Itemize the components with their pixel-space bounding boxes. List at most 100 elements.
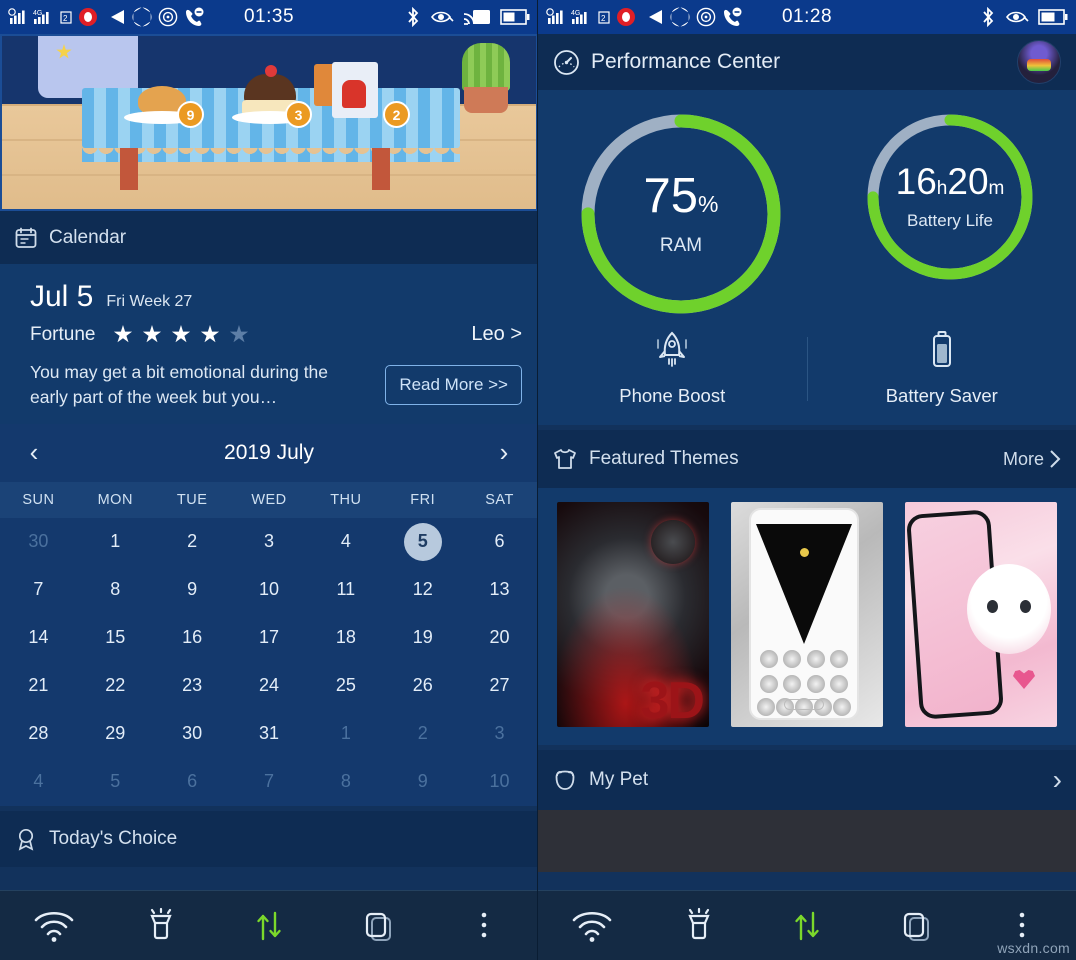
battery-saver-button[interactable]: Battery Saver xyxy=(808,330,1076,407)
bakery-game-banner[interactable]: 9 3 2 xyxy=(0,34,538,211)
calendar-day[interactable]: 30 xyxy=(154,710,231,758)
calendar-day[interactable]: 19 xyxy=(384,614,461,662)
calendar-day[interactable]: 7 xyxy=(231,758,308,806)
award-ribbon-icon xyxy=(14,827,38,851)
calendar-day[interactable]: 6 xyxy=(461,518,538,566)
calendar-day[interactable]: 14 xyxy=(0,614,77,662)
calendar-day[interactable]: 25 xyxy=(307,662,384,710)
calendar-day-selected[interactable]: 5 xyxy=(384,518,461,566)
calendar-day[interactable]: 30 xyxy=(0,518,77,566)
theme-3d-warrior[interactable] xyxy=(557,502,709,727)
wifi-icon[interactable] xyxy=(538,908,646,944)
more-menu-icon[interactable] xyxy=(430,908,538,944)
calendar-day[interactable]: 26 xyxy=(384,662,461,710)
calendar-day[interactable]: 16 xyxy=(154,614,231,662)
weekday-label: FRI xyxy=(410,491,436,508)
calendar-day[interactable]: 7 xyxy=(0,566,77,614)
calendar-day[interactable]: 9 xyxy=(154,566,231,614)
game-badge: 3 xyxy=(285,101,312,128)
signal-bars-icon xyxy=(546,8,566,26)
my-pet-chevron-icon[interactable]: › xyxy=(1053,764,1062,796)
signal-bars-icon xyxy=(8,8,28,26)
volume-mute-icon xyxy=(104,7,126,27)
calendar-day[interactable]: 17 xyxy=(231,614,308,662)
fortune-weekday-week: Fri Week 27 xyxy=(106,293,193,310)
svg-text:2: 2 xyxy=(63,14,68,23)
calendar-day[interactable]: 4 xyxy=(307,518,384,566)
data-transfer-icon[interactable] xyxy=(215,906,323,946)
calendar-day[interactable]: 24 xyxy=(231,662,308,710)
user-avatar[interactable] xyxy=(1017,40,1061,84)
my-pet-card: My Pet › xyxy=(538,750,1076,872)
zodiac-sign-link[interactable]: Leo > xyxy=(471,323,522,346)
flashlight-icon[interactable] xyxy=(108,906,216,946)
signal-4g-icon: 4G xyxy=(33,8,55,26)
calendar-day[interactable]: 3 xyxy=(231,518,308,566)
wifi-icon[interactable] xyxy=(0,908,108,944)
calendar-day[interactable]: 22 xyxy=(77,662,154,710)
calendar-card-header[interactable]: Calendar xyxy=(0,211,538,264)
weekday-label: WED xyxy=(251,491,287,508)
calendar-day[interactable]: 10 xyxy=(461,758,538,806)
calendar-day[interactable]: 29 xyxy=(77,710,154,758)
featured-themes-more[interactable]: More xyxy=(1003,448,1062,470)
calendar-day[interactable]: 10 xyxy=(231,566,308,614)
my-pet-header[interactable]: My Pet › xyxy=(538,750,1076,810)
eye-icon xyxy=(1005,8,1029,26)
theme-diamond-zipper[interactable] xyxy=(731,502,883,727)
calendar-day[interactable]: 13 xyxy=(461,566,538,614)
theme-pink-kitty[interactable] xyxy=(905,502,1057,727)
task-manager-icon[interactable] xyxy=(323,906,431,946)
calendar-day[interactable]: 3 xyxy=(461,710,538,758)
battery-ring[interactable]: 16h20m Battery Life xyxy=(861,108,1039,286)
battery-ring-svg xyxy=(867,114,1033,280)
more-menu-icon[interactable] xyxy=(968,908,1076,944)
cast-icon xyxy=(463,7,491,27)
ram-ring[interactable]: 75% RAM xyxy=(575,108,787,320)
weekday-label: TUE xyxy=(176,491,208,508)
calendar-day[interactable]: 9 xyxy=(384,758,461,806)
calendar-day[interactable]: 6 xyxy=(154,758,231,806)
calendar-day[interactable]: 21 xyxy=(0,662,77,710)
next-month-button[interactable]: › xyxy=(492,437,516,468)
weekday-header-row: SUN MON TUE WED THU FRI SAT xyxy=(0,481,538,518)
call-reject-icon xyxy=(721,7,743,27)
featured-themes-card: Featured Themes More xyxy=(538,430,1076,745)
bottom-nav-left xyxy=(0,890,538,960)
calendar-day[interactable]: 4 xyxy=(0,758,77,806)
calendar-day[interactable]: 11 xyxy=(307,566,384,614)
fortune-section: Jul 5 Fri Week 27 Fortune Leo > You may … xyxy=(0,264,538,424)
ram-ring-svg xyxy=(581,114,781,314)
battery-saver-label: Battery Saver xyxy=(885,385,998,406)
flashlight-icon[interactable] xyxy=(646,906,754,946)
calendar-day[interactable]: 1 xyxy=(77,518,154,566)
calendar-day[interactable]: 28 xyxy=(0,710,77,758)
calendar-day[interactable]: 23 xyxy=(154,662,231,710)
game-badge: 2 xyxy=(383,101,410,128)
calendar-day[interactable]: 8 xyxy=(307,758,384,806)
star-icon xyxy=(56,44,72,59)
prev-month-button[interactable]: ‹ xyxy=(22,437,46,468)
calendar-day[interactable]: 8 xyxy=(77,566,154,614)
calendar-day[interactable]: 5 xyxy=(77,758,154,806)
calendar-day[interactable]: 2 xyxy=(384,710,461,758)
theme-thumbnail-list xyxy=(538,488,1076,745)
calendar-day[interactable]: 15 xyxy=(77,614,154,662)
status-left-icons: 4G 2 xyxy=(546,6,743,28)
calendar-day[interactable]: 12 xyxy=(384,566,461,614)
featured-themes-header[interactable]: Featured Themes More xyxy=(538,430,1076,488)
calendar-day[interactable]: 1 xyxy=(307,710,384,758)
calendar-day[interactable]: 27 xyxy=(461,662,538,710)
month-calendar: ‹ 2019 July › SUN MON TUE WED THU FRI SAT 30 1 2… xyxy=(0,423,538,806)
data-transfer-icon[interactable] xyxy=(753,906,861,946)
calendar-card-title: Calendar xyxy=(49,226,127,248)
status-right-icons xyxy=(405,7,530,27)
calendar-day[interactable]: 2 xyxy=(154,518,231,566)
todays-choice-header[interactable]: Today's Choice xyxy=(0,810,538,867)
read-more-button[interactable]: Read More >> xyxy=(385,364,522,405)
calendar-day[interactable]: 20 xyxy=(461,614,538,662)
calendar-day[interactable]: 18 xyxy=(307,614,384,662)
calendar-day[interactable]: 31 xyxy=(231,710,308,758)
task-manager-icon[interactable] xyxy=(861,906,969,946)
phone-boost-button[interactable]: Phone Boost xyxy=(538,330,807,407)
